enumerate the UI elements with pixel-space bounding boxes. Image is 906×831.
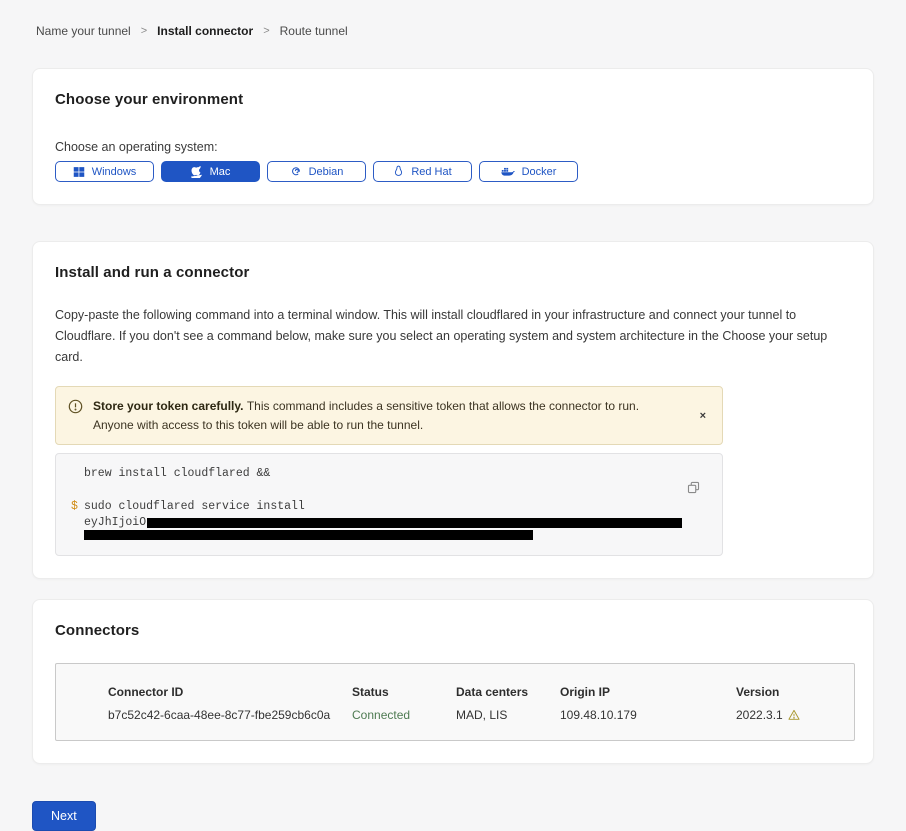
os-button-mac[interactable]: Mac [161, 161, 260, 182]
breadcrumb-step-name-your-tunnel[interactable]: Name your tunnel [36, 24, 131, 38]
apple-icon [191, 165, 203, 178]
warning-triangle-icon [788, 709, 800, 721]
os-button-docker[interactable]: Docker [479, 161, 578, 182]
terminal-line-brew: brew install cloudflared && [71, 468, 682, 480]
os-button-label: Mac [210, 166, 231, 178]
connectors-card-title: Connectors [55, 622, 851, 639]
install-description: Copy-paste the following command into a … [55, 305, 851, 368]
breadcrumb-separator: > [263, 25, 269, 37]
redhat-icon [393, 165, 404, 178]
breadcrumb-separator: > [141, 25, 147, 37]
environment-card-title: Choose your environment [55, 91, 851, 108]
breadcrumb-step-route-tunnel[interactable]: Route tunnel [280, 24, 348, 38]
connectors-card: Connectors Connector ID Status Data cent… [32, 599, 874, 764]
connectors-table: Connector ID Status Data centers Origin … [55, 663, 855, 741]
terminal-line-sudo: $ sudo cloudflared service install [71, 501, 682, 513]
connector-id-value: b7c52c42-6caa-48ee-8c77-fbe259cb6c0a [108, 708, 352, 722]
os-button-label: Windows [92, 166, 137, 178]
breadcrumb-step-install-connector[interactable]: Install connector [157, 24, 253, 38]
windows-icon [73, 166, 85, 178]
tunnel-setup-page: Name your tunnel > Install connector > R… [0, 0, 906, 831]
install-card-title: Install and run a connector [55, 264, 851, 281]
column-header-data-centers: Data centers [456, 685, 560, 699]
terminal-token-line-1: eyJhIjoiO [71, 517, 682, 528]
terminal-prompt: $ [71, 501, 84, 513]
copy-command-button[interactable] [687, 481, 700, 497]
install-connector-card: Install and run a connector Copy-paste t… [32, 241, 874, 579]
terminal-gutter [71, 468, 84, 480]
os-button-redhat[interactable]: Red Hat [373, 161, 472, 182]
next-button[interactable]: Next [32, 801, 96, 831]
docker-icon [501, 166, 515, 177]
info-circle-icon [68, 399, 83, 419]
os-button-windows[interactable]: Windows [55, 161, 154, 182]
status-badge: Connected [352, 708, 456, 722]
column-header-status: Status [352, 685, 456, 699]
close-icon[interactable]: × [696, 408, 710, 424]
os-button-debian[interactable]: Debian [267, 161, 366, 182]
os-select-label: Choose an operating system: [55, 140, 851, 154]
data-centers-value: MAD, LIS [456, 708, 560, 722]
redacted-token-bar [84, 530, 533, 540]
install-command-terminal: brew install cloudflared && $ sudo cloud… [55, 453, 723, 556]
column-header-connector-id: Connector ID [108, 685, 352, 699]
version-value: 2022.3.1 [736, 708, 783, 722]
breadcrumb: Name your tunnel > Install connector > R… [36, 24, 874, 38]
terminal-command-text: brew install cloudflared && [84, 468, 270, 480]
connectors-table-header: Connector ID Status Data centers Origin … [108, 685, 854, 699]
redacted-token-bar [147, 518, 682, 528]
terminal-token-line-2 [71, 530, 682, 540]
origin-ip-value: 109.48.10.179 [560, 708, 736, 722]
os-button-group: Windows Mac Debian Red Hat [55, 161, 851, 182]
column-header-version: Version [736, 685, 854, 699]
token-warning-banner: Store your token carefully. This command… [55, 386, 723, 445]
token-warning-title: Store your token carefully. [93, 399, 247, 413]
table-row[interactable]: b7c52c42-6caa-48ee-8c77-fbe259cb6c0a Con… [108, 708, 854, 722]
token-prefix-text: eyJhIjoiO [84, 517, 146, 528]
os-button-label: Red Hat [411, 166, 451, 178]
os-button-label: Debian [309, 166, 344, 178]
os-button-label: Docker [522, 166, 557, 178]
copy-icon [687, 482, 700, 497]
token-warning-text: Store your token carefully. This command… [93, 397, 686, 434]
column-header-origin-ip: Origin IP [560, 685, 736, 699]
debian-icon [290, 166, 302, 178]
choose-environment-card: Choose your environment Choose an operat… [32, 68, 874, 205]
terminal-command-text: sudo cloudflared service install [84, 501, 305, 513]
